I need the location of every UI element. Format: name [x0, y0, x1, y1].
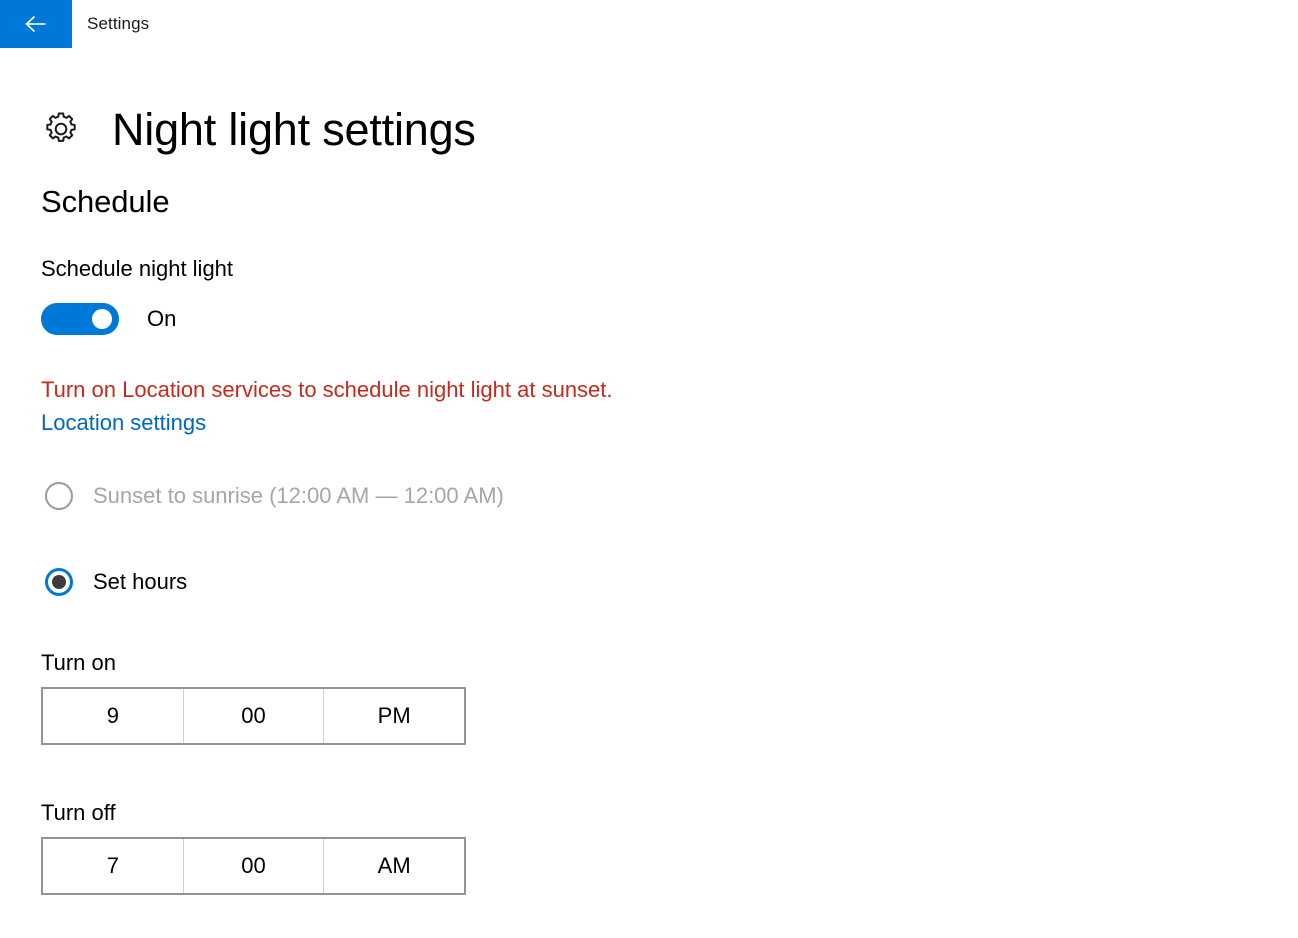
settings-page: Night light settings Schedule Schedule n…	[0, 86, 1298, 895]
gear-icon	[41, 109, 81, 149]
turn-off-hour[interactable]: 7	[43, 839, 184, 893]
turn-on-minute[interactable]: 00	[183, 689, 325, 743]
turn-off-minute[interactable]: 00	[183, 839, 325, 893]
back-button[interactable]	[0, 0, 72, 48]
location-warning-text: Turn on Location services to schedule ni…	[41, 377, 613, 402]
radio-sunset-to-sunrise-label: Sunset to sunrise (12:00 AM — 12:00 AM)	[93, 483, 504, 508]
turn-on-period[interactable]: PM	[324, 689, 465, 743]
location-settings-link[interactable]: Location settings	[41, 412, 206, 434]
schedule-night-light-label: Schedule night light	[41, 256, 234, 281]
turn-off-period[interactable]: AM	[324, 839, 465, 893]
turn-on-label: Turn on	[41, 650, 117, 675]
radio-set-hours[interactable]: Set hours	[41, 566, 1298, 598]
page-title: Night light settings	[112, 103, 476, 155]
radio-sunset-to-sunrise[interactable]: Sunset to sunrise (12:00 AM — 12:00 AM)	[41, 480, 1298, 512]
turn-on-hour[interactable]: 9	[43, 689, 184, 743]
turn-off-label: Turn off	[41, 800, 116, 825]
app-title: Settings	[87, 14, 150, 33]
schedule-toggle-row: On	[41, 303, 1298, 335]
schedule-night-light-toggle[interactable]	[41, 303, 119, 335]
title-bar: Settings	[0, 0, 1298, 48]
section-heading-schedule: Schedule	[41, 184, 170, 219]
back-arrow-icon	[23, 14, 49, 34]
radio-set-hours-label: Set hours	[93, 569, 188, 594]
turn-off-time-picker: 7 00 AM	[41, 837, 466, 895]
turn-on-time-picker: 9 00 PM	[41, 687, 466, 745]
radio-checked-icon	[43, 566, 75, 598]
toggle-knob	[92, 309, 112, 329]
toggle-state-label: On	[147, 306, 177, 331]
page-header: Night light settings	[41, 86, 1298, 172]
radio-unchecked-icon	[43, 480, 75, 512]
